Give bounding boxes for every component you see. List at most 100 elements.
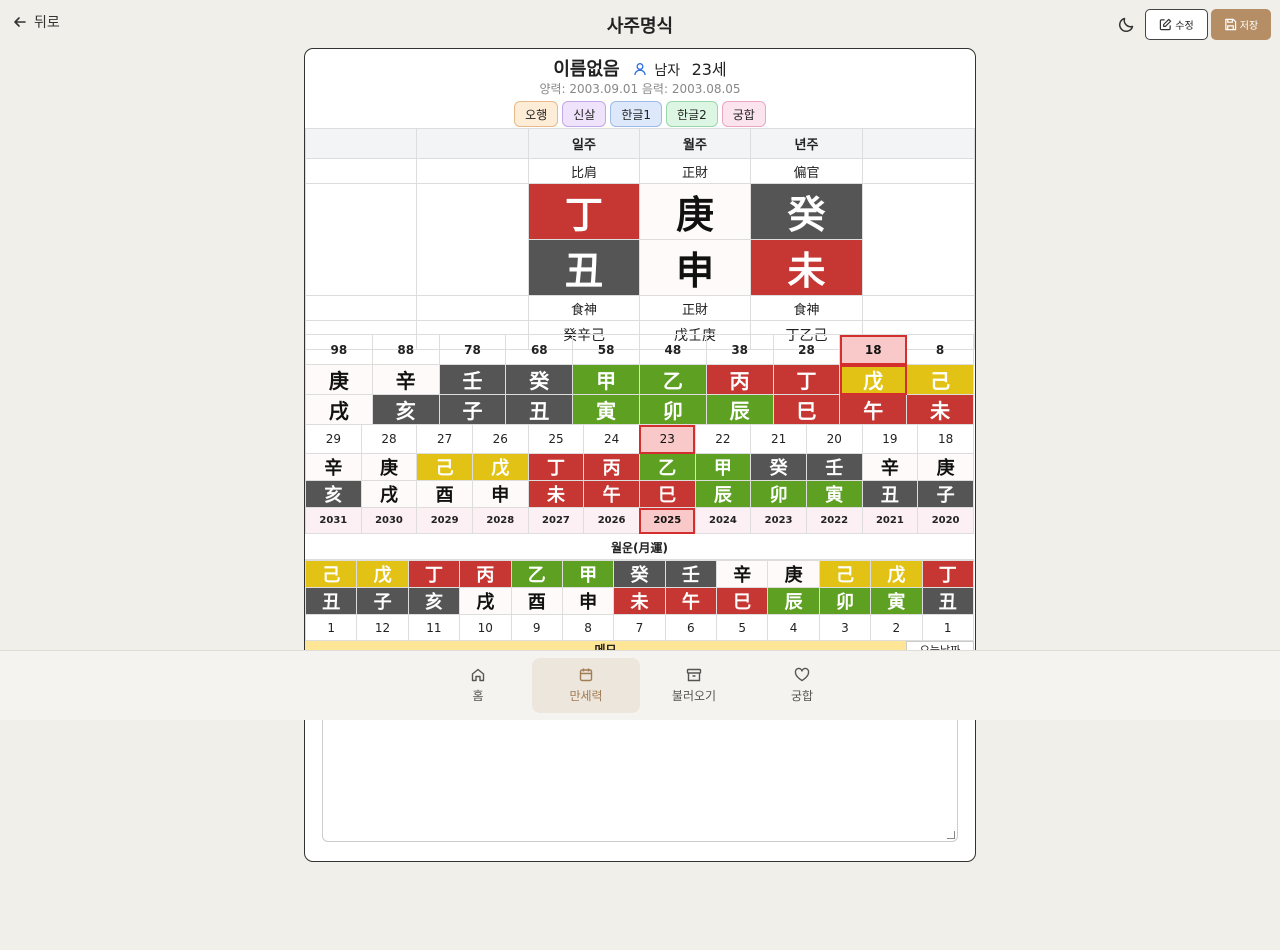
yearly-age[interactable]: 21 bbox=[750, 424, 807, 454]
monthly-stem[interactable]: 辛 bbox=[715, 560, 769, 588]
edit-button[interactable]: 수정 bbox=[1145, 9, 1208, 40]
daeun-stem[interactable]: 甲 bbox=[572, 364, 640, 395]
nav-home[interactable]: 홈 bbox=[424, 658, 532, 713]
yearly-branch[interactable]: 丑 bbox=[861, 480, 919, 508]
yearly-year[interactable]: 2021 bbox=[861, 507, 919, 534]
daeun-stem[interactable]: 丁 bbox=[772, 364, 841, 395]
monthly-branch[interactable]: 辰 bbox=[767, 587, 820, 615]
daeun-age[interactable]: 88 bbox=[371, 334, 440, 365]
monthly-stem[interactable]: 己 bbox=[818, 560, 872, 588]
daeun-branch[interactable]: 亥 bbox=[371, 394, 440, 425]
yearly-year[interactable]: 2022 bbox=[805, 507, 863, 534]
monthly-branch[interactable]: 未 bbox=[613, 587, 666, 615]
yearly-stem[interactable]: 己 bbox=[416, 453, 473, 481]
yearly-age[interactable]: 27 bbox=[416, 424, 473, 454]
daeun-branch[interactable]: 子 bbox=[438, 394, 507, 425]
monthly-stem[interactable]: 丁 bbox=[407, 560, 461, 588]
yearly-age[interactable]: 20 bbox=[805, 424, 863, 454]
monthly-number[interactable]: 3 bbox=[818, 614, 872, 641]
monthly-number[interactable]: 4 bbox=[767, 614, 820, 641]
monthly-stem[interactable]: 庚 bbox=[767, 560, 820, 588]
daeun-age[interactable]: 8 bbox=[906, 334, 974, 365]
monthly-branch[interactable]: 戌 bbox=[459, 587, 512, 615]
yearly-age[interactable]: 24 bbox=[583, 424, 640, 454]
tab-4[interactable]: 한글2 bbox=[666, 101, 718, 127]
monthly-number[interactable]: 10 bbox=[459, 614, 512, 641]
tab-5[interactable]: 궁합 bbox=[721, 101, 766, 127]
monthly-branch[interactable]: 申 bbox=[561, 587, 615, 615]
daeun-branch[interactable]: 午 bbox=[839, 394, 908, 425]
yearly-branch[interactable]: 酉 bbox=[416, 480, 473, 508]
yearly-branch[interactable]: 卯 bbox=[750, 480, 807, 508]
monthly-stem[interactable]: 乙 bbox=[510, 560, 563, 588]
yearly-branch[interactable]: 戌 bbox=[360, 480, 418, 508]
daeun-branch[interactable]: 丑 bbox=[505, 394, 574, 425]
monthly-number[interactable]: 11 bbox=[407, 614, 461, 641]
monthly-branch[interactable]: 巳 bbox=[715, 587, 769, 615]
monthly-branch[interactable]: 卯 bbox=[818, 587, 872, 615]
monthly-stem[interactable]: 丁 bbox=[921, 560, 974, 588]
monthly-branch[interactable]: 午 bbox=[664, 587, 718, 615]
yearly-stem[interactable]: 癸 bbox=[750, 453, 807, 481]
monthly-stem[interactable]: 丙 bbox=[459, 560, 512, 588]
monthly-number[interactable]: 9 bbox=[510, 614, 563, 641]
yearly-year[interactable]: 2027 bbox=[527, 507, 585, 534]
daeun-stem[interactable]: 庚 bbox=[305, 364, 373, 395]
daeun-age[interactable]: 18 bbox=[839, 334, 908, 365]
daeun-branch[interactable]: 辰 bbox=[705, 394, 774, 425]
daeun-age[interactable]: 38 bbox=[705, 334, 774, 365]
monthly-branch[interactable]: 子 bbox=[356, 587, 409, 615]
yearly-branch[interactable]: 子 bbox=[917, 480, 974, 508]
monthly-number[interactable]: 1 bbox=[921, 614, 974, 641]
daeun-branch[interactable]: 卯 bbox=[638, 394, 707, 425]
daeun-age[interactable]: 48 bbox=[638, 334, 707, 365]
yearly-age[interactable]: 25 bbox=[527, 424, 585, 454]
yearly-age[interactable]: 29 bbox=[305, 424, 362, 454]
monthly-stem[interactable]: 壬 bbox=[664, 560, 718, 588]
daeun-branch[interactable]: 戌 bbox=[305, 394, 373, 425]
monthly-number[interactable]: 12 bbox=[356, 614, 409, 641]
yearly-year[interactable]: 2023 bbox=[750, 507, 807, 534]
yearly-stem[interactable]: 辛 bbox=[305, 453, 362, 481]
yearly-age[interactable]: 19 bbox=[861, 424, 919, 454]
monthly-branch[interactable]: 寅 bbox=[870, 587, 923, 615]
yearly-year[interactable]: 2030 bbox=[360, 507, 418, 534]
monthly-number[interactable]: 1 bbox=[305, 614, 358, 641]
monthly-number[interactable]: 7 bbox=[613, 614, 666, 641]
yearly-year[interactable]: 2029 bbox=[416, 507, 473, 534]
daeun-branch[interactable]: 寅 bbox=[572, 394, 640, 425]
yearly-branch[interactable]: 申 bbox=[471, 480, 529, 508]
yearly-stem[interactable]: 庚 bbox=[360, 453, 418, 481]
yearly-branch[interactable]: 亥 bbox=[305, 480, 362, 508]
yearly-age[interactable]: 18 bbox=[917, 424, 974, 454]
daeun-stem[interactable]: 壬 bbox=[438, 364, 507, 395]
daeun-age[interactable]: 68 bbox=[505, 334, 574, 365]
daeun-age[interactable]: 28 bbox=[772, 334, 841, 365]
yearly-branch[interactable]: 寅 bbox=[805, 480, 863, 508]
tab-1[interactable]: 오행 bbox=[514, 101, 559, 127]
daeun-stem[interactable]: 丙 bbox=[705, 364, 774, 395]
monthly-branch[interactable]: 丑 bbox=[305, 587, 358, 615]
daeun-age[interactable]: 58 bbox=[572, 334, 640, 365]
monthly-branch[interactable]: 丑 bbox=[921, 587, 974, 615]
yearly-year[interactable]: 2020 bbox=[917, 507, 974, 534]
daeun-age[interactable]: 78 bbox=[438, 334, 507, 365]
yearly-year[interactable]: 2025 bbox=[638, 507, 696, 534]
daeun-stem[interactable]: 癸 bbox=[505, 364, 574, 395]
moon-icon[interactable] bbox=[1117, 14, 1137, 34]
monthly-number[interactable]: 6 bbox=[664, 614, 718, 641]
yearly-stem[interactable]: 戊 bbox=[471, 453, 529, 481]
daeun-stem[interactable]: 辛 bbox=[371, 364, 440, 395]
daeun-branch[interactable]: 未 bbox=[906, 394, 974, 425]
monthly-stem[interactable]: 甲 bbox=[561, 560, 615, 588]
monthly-stem[interactable]: 癸 bbox=[613, 560, 666, 588]
daeun-age[interactable]: 98 bbox=[305, 334, 373, 365]
yearly-age[interactable]: 28 bbox=[360, 424, 418, 454]
nav-manseryeok[interactable]: 만세력 bbox=[532, 658, 640, 713]
monthly-branch[interactable]: 亥 bbox=[407, 587, 461, 615]
tab-3[interactable]: 한글1 bbox=[610, 101, 663, 127]
yearly-stem[interactable]: 壬 bbox=[805, 453, 863, 481]
yearly-branch[interactable]: 未 bbox=[527, 480, 585, 508]
yearly-age[interactable]: 26 bbox=[471, 424, 529, 454]
yearly-year[interactable]: 2031 bbox=[305, 507, 362, 534]
